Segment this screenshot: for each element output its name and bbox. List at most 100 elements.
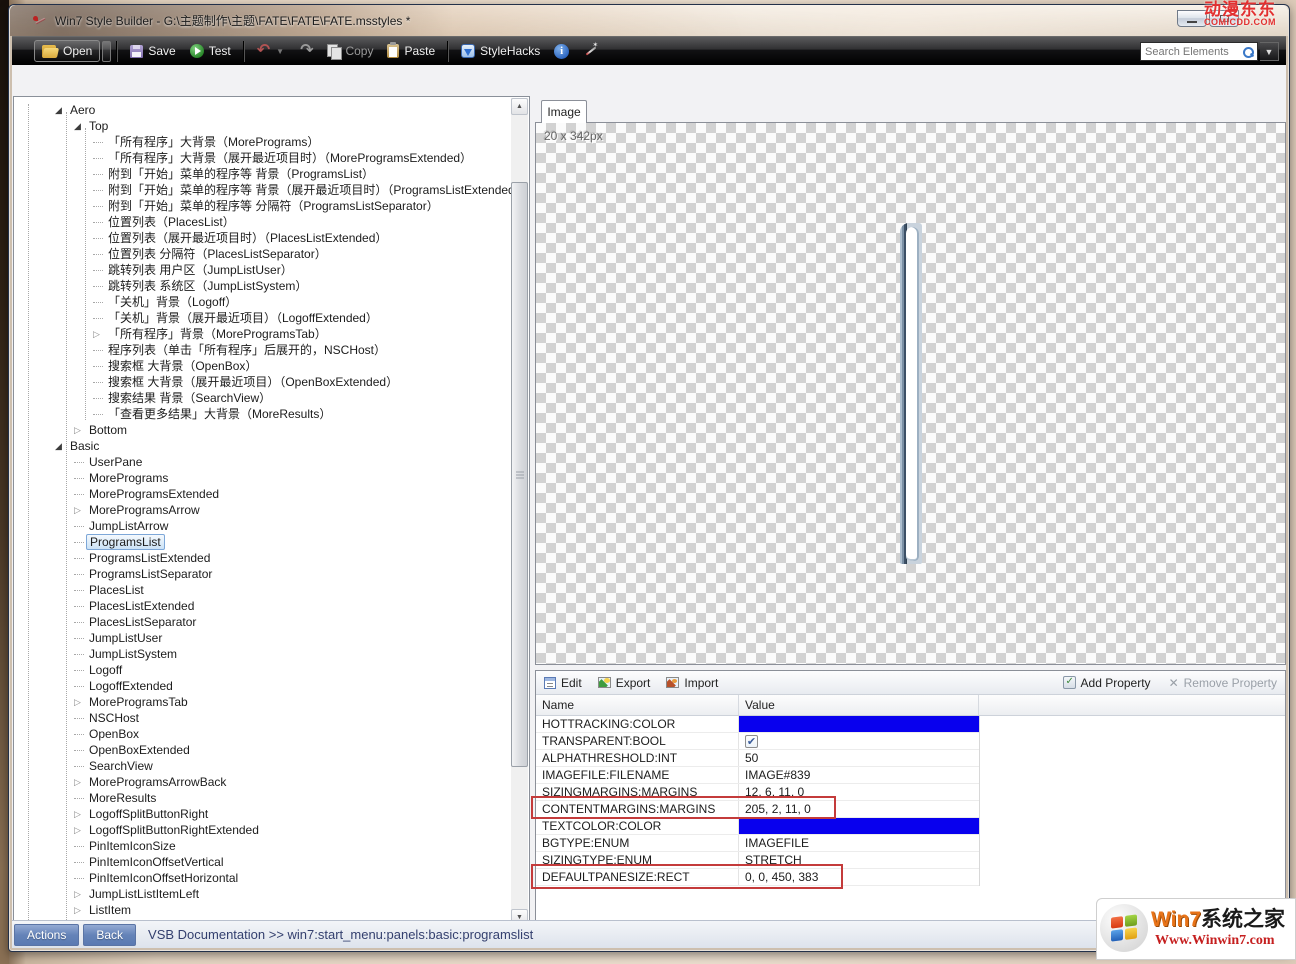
- tree-item[interactable]: UserPane: [15, 454, 511, 470]
- property-row[interactable]: ALPHATHRESHOLD:INT50: [536, 750, 979, 767]
- tab-image[interactable]: Image: [541, 100, 587, 123]
- tree-item[interactable]: 跳转列表 用户区（JumpListUser）: [15, 262, 511, 278]
- expander-closed-icon[interactable]: ▷: [74, 777, 86, 787]
- expander-closed-icon[interactable]: ▷: [74, 697, 86, 707]
- property-row[interactable]: TEXTCOLOR:COLOR: [536, 818, 979, 835]
- tree-item[interactable]: PlacesListExtended: [15, 598, 511, 614]
- tree-item[interactable]: JumpListArrow: [15, 518, 511, 534]
- save-button[interactable]: Save: [123, 41, 182, 61]
- tree-item[interactable]: MoreResults: [15, 790, 511, 806]
- expander-closed-icon[interactable]: ▷: [93, 329, 105, 339]
- tree-item[interactable]: PinItemIconOffsetHorizontal: [15, 870, 511, 886]
- column-header-name[interactable]: Name: [536, 695, 739, 715]
- tree-item[interactable]: 附到「开始」菜单的程序等 背景（展开最近项目时）（ProgramsListExt…: [15, 182, 511, 198]
- tree-item[interactable]: 附到「开始」菜单的程序等 分隔符（ProgramsListSeparator）: [15, 198, 511, 214]
- redo-button[interactable]: ↷: [293, 41, 320, 61]
- tree-item[interactable]: MoreProgramsExtended: [15, 486, 511, 502]
- expander-closed-icon[interactable]: ▷: [74, 905, 86, 915]
- tree-item[interactable]: ▷ListItem: [15, 902, 511, 918]
- tree-item[interactable]: 「所有程序」大背景（MorePrograms）: [15, 134, 511, 150]
- expander-closed-icon[interactable]: ▷: [74, 809, 86, 819]
- search-dropdown-button[interactable]: ▼: [1260, 42, 1279, 61]
- tree-item[interactable]: 「查看更多结果」大背景（MoreResults）: [15, 406, 511, 422]
- site-logo[interactable]: Win7系统之家 Www.Winwin7.com: [1096, 898, 1296, 960]
- tree-item[interactable]: 位置列表 分隔符（PlacesListSeparator）: [15, 246, 511, 262]
- tree-item[interactable]: PinItemIconSize: [15, 838, 511, 854]
- search-input[interactable]: [1141, 46, 1242, 58]
- tree-item[interactable]: NSCHost: [15, 710, 511, 726]
- documentation-breadcrumb[interactable]: VSB Documentation >> win7:start_menu:pan…: [148, 927, 533, 942]
- property-row[interactable]: HOTTRACKING:COLOR: [536, 716, 979, 733]
- tree-item[interactable]: 「所有程序」大背景（展开最近项目时）（MoreProgramsExtended）: [15, 150, 511, 166]
- tree-item[interactable]: 搜索框 大背景（OpenBox）: [15, 358, 511, 374]
- tree-item[interactable]: ▷Bottom: [15, 422, 511, 438]
- tree-item[interactable]: 位置列表（PlacesList）: [15, 214, 511, 230]
- test-button[interactable]: Test: [183, 41, 238, 61]
- add-property-button[interactable]: Add Property: [1063, 676, 1151, 690]
- tree-item[interactable]: ▷JumpListListItemLeft: [15, 886, 511, 902]
- info-button[interactable]: i: [547, 41, 576, 62]
- tree-item[interactable]: ▷MoreProgramsArrowBack: [15, 774, 511, 790]
- tree-item[interactable]: 搜索框 大背景（展开最近项目）（OpenBoxExtended）: [15, 374, 511, 390]
- tree-item[interactable]: 位置列表（展开最近项目时）（PlacesListExtended）: [15, 230, 511, 246]
- undo-button[interactable]: ↶ ▼: [250, 41, 293, 61]
- tree-item[interactable]: PlacesListSeparator: [15, 614, 511, 630]
- stylehacks-button[interactable]: StyleHacks: [454, 41, 547, 61]
- tree-item[interactable]: OpenBox: [15, 726, 511, 742]
- actions-button[interactable]: Actions: [14, 924, 79, 946]
- property-row[interactable]: BGTYPE:ENUMIMAGEFILE: [536, 835, 979, 852]
- tree-vertical-scrollbar[interactable]: ▲ ▼: [511, 98, 528, 926]
- tree-item[interactable]: OpenBoxExtended: [15, 742, 511, 758]
- tree-item[interactable]: ▷「所有程序」背景（MoreProgramsTab）: [15, 326, 511, 342]
- copy-button[interactable]: Copy: [320, 41, 380, 61]
- expander-closed-icon[interactable]: ▷: [74, 889, 86, 899]
- property-row[interactable]: IMAGEFILE:FILENAMEIMAGE#839: [536, 767, 979, 784]
- tree-item[interactable]: ProgramsListExtended: [15, 550, 511, 566]
- tree-item[interactable]: Logoff: [15, 662, 511, 678]
- remove-property-button[interactable]: ✕ Remove Property: [1169, 676, 1277, 690]
- tree-item[interactable]: 附到「开始」菜单的程序等 背景（ProgramsList）: [15, 166, 511, 182]
- undo-dropdown-icon[interactable]: ▼: [276, 47, 284, 56]
- expander-open-icon[interactable]: ◢: [74, 121, 86, 131]
- tree-item[interactable]: ◢Top: [15, 118, 511, 134]
- tree-item[interactable]: SearchView: [15, 758, 511, 774]
- tree-item[interactable]: PinItemIconOffsetVertical: [15, 854, 511, 870]
- open-button[interactable]: Open: [34, 40, 100, 62]
- search-icon[interactable]: [1242, 46, 1254, 58]
- tree-item[interactable]: ◢Basic: [15, 438, 511, 454]
- tree-item[interactable]: JumpListUser: [15, 630, 511, 646]
- paste-button[interactable]: Paste: [380, 41, 442, 61]
- export-button[interactable]: Export: [598, 676, 651, 690]
- tree-item[interactable]: 跳转列表 系统区（JumpListSystem）: [15, 278, 511, 294]
- tools-button[interactable]: [576, 41, 605, 62]
- column-header-value[interactable]: Value: [739, 695, 979, 715]
- expander-open-icon[interactable]: ◢: [55, 105, 67, 115]
- checkbox-checked[interactable]: ✔: [745, 735, 758, 748]
- property-row[interactable]: TRANSPARENT:BOOL✔: [536, 733, 979, 750]
- scrollbar-thumb[interactable]: [511, 182, 528, 767]
- open-split-button[interactable]: [102, 41, 111, 62]
- tree-item[interactable]: ProgramsList: [15, 534, 511, 550]
- expander-open-icon[interactable]: ◢: [55, 441, 67, 451]
- tree-item[interactable]: ▷LogoffSplitButtonRight: [15, 806, 511, 822]
- tree-item[interactable]: 「关机」背景（展开最近项目）（LogoffExtended）: [15, 310, 511, 326]
- tree-item[interactable]: ProgramsListSeparator: [15, 566, 511, 582]
- expander-closed-icon[interactable]: ▷: [74, 425, 86, 435]
- tree-item[interactable]: ▷LogoffSplitButtonRightExtended: [15, 822, 511, 838]
- tree-item[interactable]: ▷MoreProgramsTab: [15, 694, 511, 710]
- minimize-button[interactable]: [1177, 10, 1207, 27]
- title-bar[interactable]: Win7 Style Builder - G:\主题制作\主题\FATE\FAT…: [10, 5, 1288, 36]
- tree-item[interactable]: LogoffExtended: [15, 678, 511, 694]
- tree-item[interactable]: 「关机」背景（Logoff）: [15, 294, 511, 310]
- tree-item[interactable]: MorePrograms: [15, 470, 511, 486]
- tree-item[interactable]: 程序列表（单击「所有程序」后展开的，NSCHost）: [15, 342, 511, 358]
- tree-item[interactable]: 搜索结果 背景（SearchView）: [15, 390, 511, 406]
- tree-item[interactable]: PlacesList: [15, 582, 511, 598]
- expander-closed-icon[interactable]: ▷: [74, 825, 86, 835]
- tree-item[interactable]: JumpListSystem: [15, 646, 511, 662]
- scroll-up-button[interactable]: ▲: [511, 98, 528, 115]
- edit-button[interactable]: Edit: [544, 676, 582, 690]
- back-button[interactable]: Back: [83, 924, 136, 946]
- expander-closed-icon[interactable]: ▷: [74, 505, 86, 515]
- tree-item[interactable]: ◢Aero: [15, 102, 511, 118]
